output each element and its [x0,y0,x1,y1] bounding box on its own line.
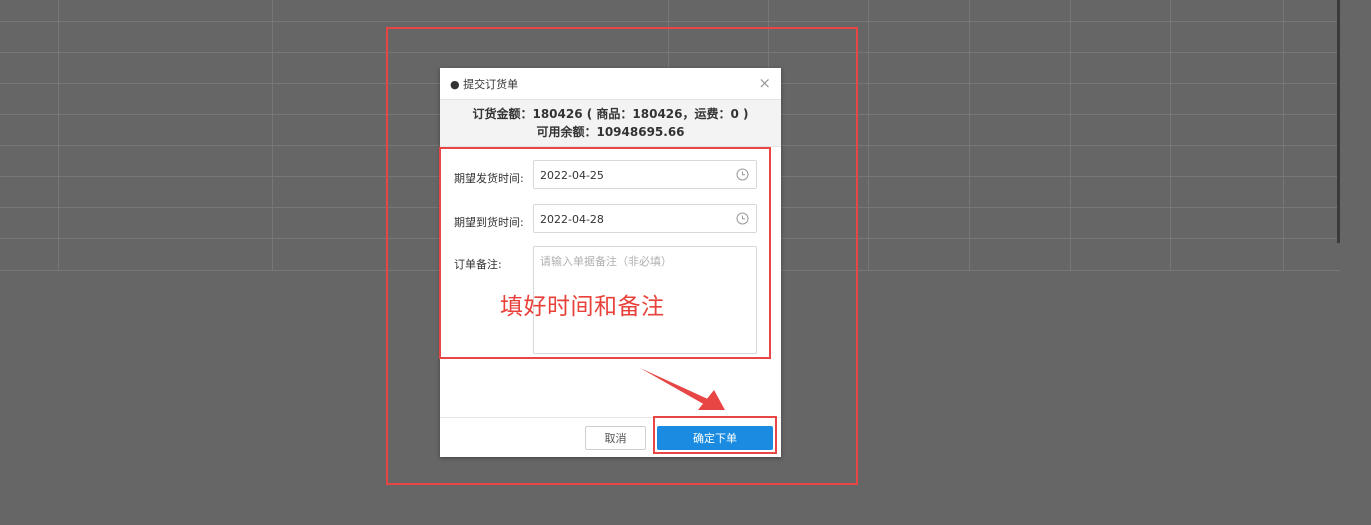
grid-line [58,0,59,271]
annotation-text: 填好时间和备注 [500,294,665,320]
grid-line [969,0,970,271]
grid-line [1283,0,1284,271]
cancel-button[interactable]: 取消 [585,426,646,450]
grid-line [272,0,273,271]
available-balance-text: 可用余额：10948695.66 [536,125,685,139]
dialog-title: ● 提交订货单 [450,77,519,91]
order-amount-text: 订货金额：180426 ( 商品：180426，运费：0 ) [472,107,749,121]
grid-line [1070,0,1071,271]
vertical-scrollbar[interactable] [1337,0,1340,243]
grid-line [1170,0,1171,271]
grid-line [868,0,869,271]
order-summary: 订货金额：180426 ( 商品：180426，运费：0 ) 可用余额：1094… [440,100,781,147]
annotation-arrow-icon [640,368,725,410]
grid-line [0,21,1340,22]
close-icon[interactable]: × [758,76,771,91]
dialog-header: ● 提交订货单 × [440,68,781,100]
annotation-frame-form [439,147,771,359]
annotation-frame-confirm [653,416,777,454]
